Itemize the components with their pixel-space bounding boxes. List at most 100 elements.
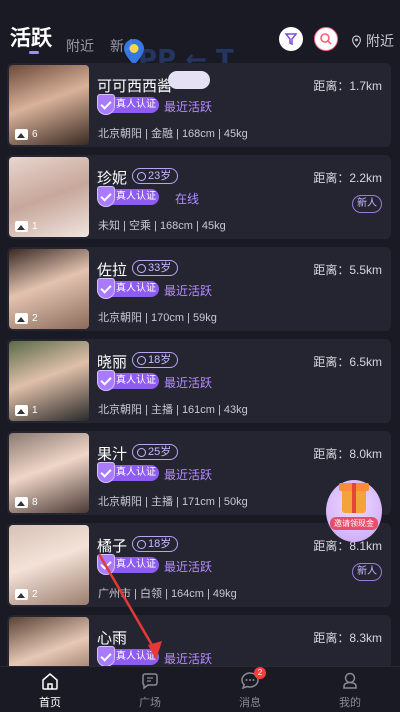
tab-new[interactable]: 新人 xyxy=(110,36,138,56)
emoji-sticker xyxy=(168,71,210,89)
user-card[interactable]: 2 佐拉 33岁 距离：5.5km 真人认证 最近活跃 北京朝阳 | 170cm | 59k… xyxy=(7,247,391,331)
photo-count-value: 2 xyxy=(32,589,38,600)
user-details: 北京朝阳 | 主播 | 171cm | 50kg xyxy=(98,496,248,508)
age-badge: 25岁 xyxy=(132,444,179,460)
verified-label: 真人认证 xyxy=(116,559,156,570)
search-button[interactable] xyxy=(314,27,338,51)
distance-label: 距离：1.7km xyxy=(313,79,382,93)
location-filter[interactable]: 附近 xyxy=(350,31,394,51)
activity-status: 最近活跃 xyxy=(164,468,213,482)
age-badge: 18岁 xyxy=(132,352,179,368)
user-details: 未知 | 空乘 | 168cm | 45kg xyxy=(98,220,226,232)
photo-count-value: 2 xyxy=(32,313,38,324)
user-photo[interactable] xyxy=(9,617,89,666)
shield-check-icon xyxy=(97,462,115,483)
user-card[interactable]: 6 可可西西酱 距离：1.7km 真人认证 最近活跃北京朝阳 | 金融 | 168cm … xyxy=(7,63,391,147)
invite-cash-badge[interactable]: 邀请领现金 xyxy=(326,480,382,542)
verified-badge: 真人认证 xyxy=(97,462,159,483)
activity-status: 最近活跃 xyxy=(164,376,213,390)
user-details: 北京朝阳 | 主播 | 161cm | 43kg xyxy=(98,404,248,416)
age-badge: 23岁 xyxy=(132,168,179,184)
distance-label: 距离：2.2km xyxy=(313,171,382,185)
verified-label: 真人认证 xyxy=(116,99,156,110)
nav-plaza[interactable]: 广场 xyxy=(120,671,180,710)
verified-badge: 真人认证 xyxy=(97,94,159,115)
age-badge: 33岁 xyxy=(132,260,179,276)
nav-profile[interactable]: 我的 xyxy=(320,671,380,710)
photo-count: 2 xyxy=(15,589,38,600)
verified-label: 真人认证 xyxy=(116,467,156,478)
user-card[interactable]: 2 橘子 18岁 距离：8.1km 真人认证 最近活跃 广州市 | 白领 | 164cm |… xyxy=(7,523,391,607)
photo-count-value: 1 xyxy=(32,405,38,416)
verified-badge: 真人认证 xyxy=(97,278,159,299)
location-label: 附近 xyxy=(366,33,394,49)
user-card[interactable]: 心雨 距离：8.3km 真人认证 最近活跃 xyxy=(7,615,391,666)
activity-status: 在线 xyxy=(175,192,200,206)
user-photo[interactable]: 1 xyxy=(9,341,89,421)
image-icon xyxy=(15,313,28,324)
photo-count: 1 xyxy=(15,221,38,232)
nav-plaza-label: 广场 xyxy=(139,697,161,709)
user-name: 橘子 xyxy=(97,538,128,555)
verified-label: 真人认证 xyxy=(116,283,156,294)
user-card[interactable]: 1 晓丽 18岁 距离：6.5km 真人认证 最近活跃 北京朝阳 | 主播 | 161cm … xyxy=(7,339,391,423)
age-badge: 18岁 xyxy=(132,536,179,552)
shield-check-icon xyxy=(97,278,115,299)
user-photo[interactable]: 2 xyxy=(9,525,89,605)
distance-label: 距离：8.3km xyxy=(313,631,382,645)
verified-badge: 真人认证 xyxy=(97,646,159,666)
photo-count: 1 xyxy=(15,405,38,416)
filter-icon xyxy=(284,33,298,46)
gift-icon xyxy=(339,482,369,513)
shield-check-icon xyxy=(97,554,115,575)
activity-status: 最近活跃 xyxy=(164,284,213,298)
activity-status: 最近活跃 xyxy=(164,652,213,666)
user-name: 可可西西酱 xyxy=(97,78,173,95)
activity-status: 最近活跃 xyxy=(164,100,213,114)
verified-badge: 真人认证 xyxy=(97,370,159,391)
shield-check-icon xyxy=(97,370,115,391)
photo-count-value: 6 xyxy=(32,129,38,140)
location-pin-icon xyxy=(351,34,362,48)
user-details: 广州市 | 白领 | 164cm | 49kg xyxy=(98,588,237,600)
tab-nearby[interactable]: 附近 xyxy=(66,36,94,56)
activity-status: 最近活跃 xyxy=(164,560,213,574)
nav-messages-label: 消息 xyxy=(239,697,261,709)
verified-label: 真人认证 xyxy=(116,191,156,202)
tab-active[interactable]: 活跃 xyxy=(10,22,52,52)
user-name: 果汁 xyxy=(97,446,128,463)
user-details: 北京朝阳 | 金融 | 168cm | 45kg xyxy=(98,128,248,140)
image-icon xyxy=(15,497,28,508)
image-icon xyxy=(15,221,28,232)
user-photo[interactable]: 1 xyxy=(9,157,89,237)
distance-label: 距离：8.0km xyxy=(313,447,382,461)
user-photo[interactable]: 6 xyxy=(9,65,89,145)
home-icon xyxy=(42,673,58,690)
user-list: 6 可可西西酱 距离：1.7km 真人认证 最近活跃 北京朝阳 | 金融 | 168cm … xyxy=(0,61,400,666)
user-card[interactable]: 1 珍妮 23岁 距离：2.2km 真人认证 在线未知 | 空乘 | 168cm | 45… xyxy=(7,155,391,239)
shield-check-icon xyxy=(97,646,115,666)
image-icon xyxy=(15,129,28,140)
plaza-icon xyxy=(142,673,158,690)
nav-home[interactable]: 首页 xyxy=(20,671,80,710)
new-user-tag: 新人 xyxy=(352,563,382,581)
shield-check-icon xyxy=(97,94,115,115)
nav-profile-label: 我的 xyxy=(339,697,361,709)
image-icon xyxy=(15,405,28,416)
user-photo[interactable]: 8 xyxy=(9,433,89,513)
nav-home-label: 首页 xyxy=(39,697,61,709)
photo-count: 2 xyxy=(15,313,38,324)
distance-label: 距离：5.5km xyxy=(313,263,382,277)
bottom-navigation: 首页 广场 2 消息 我的 xyxy=(0,666,400,712)
user-name: 珍妮 xyxy=(97,170,128,187)
user-name: 心雨 xyxy=(97,630,128,647)
active-tab-indicator xyxy=(29,51,39,54)
top-header: 活跃 附近 新人 附近 xyxy=(0,0,400,58)
filter-button[interactable] xyxy=(279,27,303,51)
message-badge: 2 xyxy=(254,667,266,679)
user-photo[interactable]: 2 xyxy=(9,249,89,329)
profile-icon xyxy=(343,672,357,689)
new-user-tag: 新人 xyxy=(352,195,382,213)
photo-count-value: 1 xyxy=(32,221,38,232)
nav-messages[interactable]: 2 消息 xyxy=(220,667,280,710)
